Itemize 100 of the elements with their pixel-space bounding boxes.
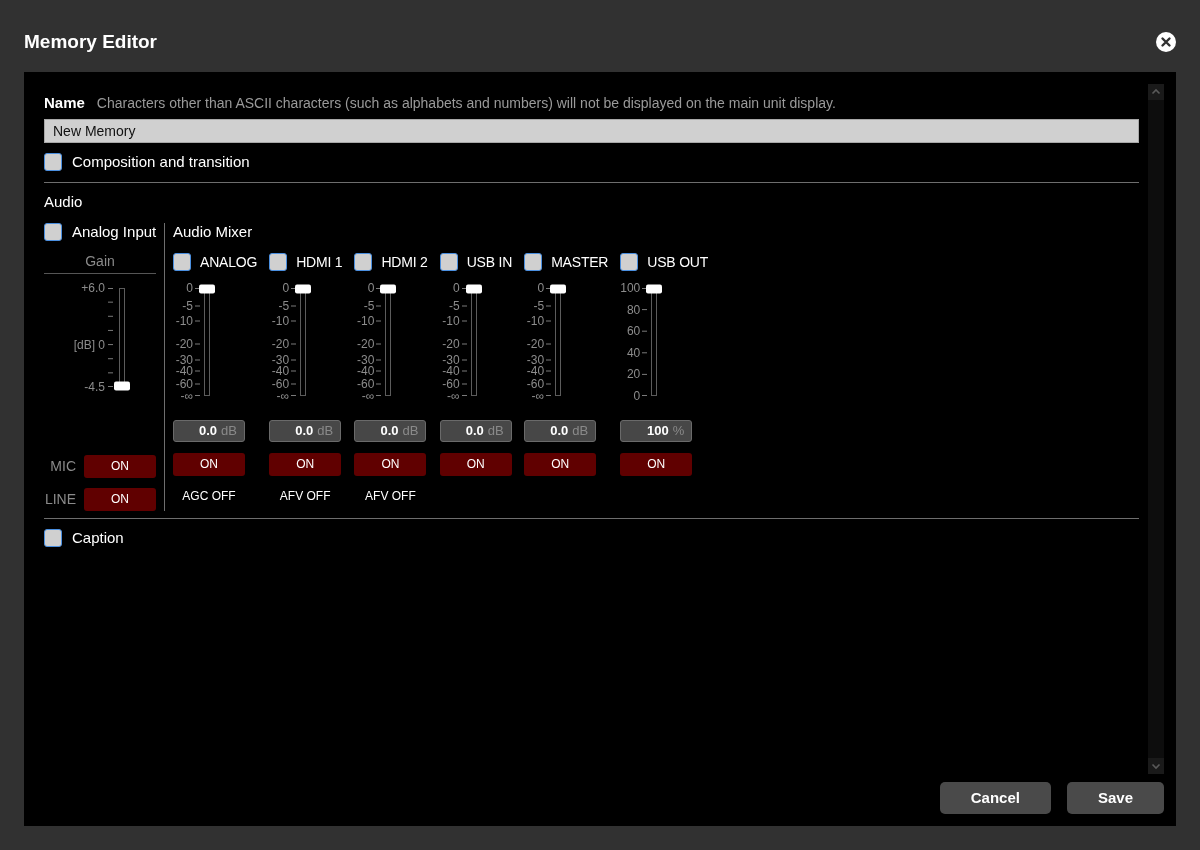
scale-label: -4.5 — [84, 380, 105, 394]
scale-label: 40 — [626, 346, 641, 360]
value-field[interactable]: 0.0 dB — [524, 420, 597, 442]
fader-thumb[interactable] — [465, 284, 482, 294]
section-title: Audio — [44, 193, 83, 211]
name-field[interactable]: New Memory — [44, 119, 1139, 143]
fader-thumb[interactable] — [550, 284, 567, 294]
scale-label: -∞ — [276, 389, 290, 403]
scale-label: 0 — [633, 389, 641, 403]
channel-label: USB OUT — [647, 253, 709, 271]
scale-label: -10 — [357, 314, 375, 328]
scale-label: 0 — [452, 281, 460, 295]
scale-label: -40 — [442, 364, 460, 378]
scale-label: -60 — [175, 377, 193, 391]
chevron-down-icon[interactable] — [1148, 758, 1164, 774]
checkbox[interactable] — [173, 253, 191, 271]
chevron-up-icon[interactable] — [1148, 84, 1164, 100]
checkbox[interactable] — [524, 253, 543, 271]
scale-label: -5 — [278, 299, 290, 313]
channel-label: ANALOG — [200, 253, 258, 271]
checkbox-label: Composition and transition — [72, 153, 250, 171]
scale-label: -20 — [175, 337, 193, 351]
scale-label: -40 — [357, 364, 375, 378]
scale-label: -40 — [271, 364, 290, 378]
switch-label: MIC — [49, 456, 76, 475]
status-text: AGC OFF — [182, 488, 236, 504]
value-field[interactable]: 0.0 dB — [173, 420, 245, 442]
scale-label: -30 — [526, 353, 545, 367]
toggle-button[interactable]: ON — [84, 455, 156, 478]
value-field[interactable]: 100 % — [620, 420, 693, 442]
toggle-button[interactable]: ON — [620, 453, 693, 476]
checkbox[interactable] — [44, 153, 62, 171]
scale-label: -5 — [533, 299, 545, 313]
channel-label: HDMI 1 — [296, 253, 343, 271]
scale-label: -10 — [526, 314, 545, 328]
scale-label: 80 — [626, 303, 641, 317]
scale-label: 20 — [626, 367, 641, 381]
checkbox[interactable] — [620, 253, 639, 271]
dialog-button[interactable]: Cancel — [939, 782, 1051, 814]
scale-label: -30 — [175, 353, 193, 367]
scale-label: -30 — [442, 353, 460, 367]
toggle-button[interactable]: ON — [269, 453, 342, 476]
status-text: AFV OFF — [279, 488, 331, 504]
scale-label: -∞ — [531, 389, 545, 403]
value-field[interactable]: 0.0 dB — [269, 420, 342, 442]
status-text: AFV OFF — [365, 488, 416, 504]
toggle-button[interactable]: ON — [439, 453, 512, 476]
scale-label: -∞ — [180, 389, 193, 403]
scale-label: -20 — [442, 337, 460, 351]
checkbox-label: Analog Input — [72, 223, 157, 241]
section-title: Audio Mixer — [173, 223, 253, 241]
dialog-button[interactable]: Save — [1066, 782, 1164, 814]
toggle-button[interactable]: ON — [524, 453, 597, 476]
scale-label: -60 — [357, 377, 375, 391]
checkbox[interactable] — [44, 223, 62, 241]
scale-label: -40 — [526, 364, 545, 378]
channel-label: USB IN — [466, 253, 513, 271]
field-label: Name — [44, 94, 85, 112]
value-field[interactable]: 0.0 dB — [354, 420, 427, 442]
value-field[interactable]: 0.0 dB — [439, 420, 512, 442]
fader-thumb[interactable] — [199, 284, 215, 294]
switch-label: LINE — [44, 489, 76, 508]
scale-label: -5 — [449, 299, 460, 313]
toggle-button[interactable]: ON — [173, 453, 245, 476]
checkbox[interactable] — [44, 529, 62, 547]
fader-thumb[interactable] — [295, 284, 312, 294]
scrollbar[interactable] — [1148, 84, 1164, 774]
hint-text: Characters other than ASCII characters (such as alphabets and numbers) will not be displayed on the main unit display. — [96, 94, 836, 112]
window-title: Memory Editor — [24, 30, 158, 54]
checkbox[interactable] — [269, 253, 288, 271]
scale-label: -60 — [271, 377, 290, 391]
checkbox-label: Caption — [72, 529, 124, 547]
scale-label: -5 — [182, 299, 193, 313]
checkbox[interactable] — [354, 253, 373, 271]
scale-label: [dB] 0 — [73, 338, 105, 352]
scale-label: -10 — [271, 314, 290, 328]
checkbox[interactable] — [439, 253, 458, 271]
toggle-button[interactable]: ON — [354, 453, 427, 476]
scale-label: -60 — [442, 377, 460, 391]
toggle-button[interactable]: ON — [84, 488, 156, 511]
scale-label: 0 — [282, 281, 290, 295]
scale-label: 0 — [186, 281, 193, 295]
fader-thumb[interactable] — [646, 284, 663, 294]
scale-label: 100 — [620, 281, 641, 295]
fader-thumb[interactable] — [380, 284, 397, 294]
fader-thumb[interactable] — [114, 381, 130, 391]
scale-label: 0 — [537, 281, 545, 295]
scale-label: -30 — [357, 353, 375, 367]
channel-label: HDMI 2 — [381, 253, 428, 271]
scale-label: -20 — [357, 337, 375, 351]
scale-label: -10 — [175, 314, 193, 328]
scale-label: -60 — [526, 377, 545, 391]
scale-label: -∞ — [447, 389, 460, 403]
scale-label: -5 — [363, 299, 375, 313]
close-icon[interactable] — [1156, 32, 1176, 52]
scale-label: +6.0 — [81, 281, 105, 295]
scale-label: -30 — [271, 353, 290, 367]
gain-label: Gain — [85, 252, 115, 270]
channel-label: MASTER — [551, 253, 609, 271]
scale-label: -20 — [526, 337, 545, 351]
